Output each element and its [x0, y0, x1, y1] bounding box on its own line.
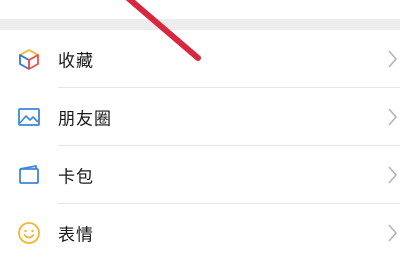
menu-item-stickers[interactable]: 表情 — [0, 204, 400, 260]
chevron-right-icon — [388, 224, 398, 242]
menu-item-label: 收藏 — [58, 51, 94, 72]
menu-list: 收藏 朋友圈 卡包 表情 — [0, 30, 400, 260]
menu-item-card-wallet[interactable]: 卡包 — [0, 146, 400, 204]
wechat-me-page: 收藏 朋友圈 卡包 表情 — [0, 0, 400, 260]
chevron-right-icon — [388, 108, 398, 126]
chevron-right-icon — [388, 166, 398, 184]
menu-item-favorites[interactable]: 收藏 — [0, 30, 400, 88]
moments-image-icon — [17, 105, 41, 129]
chevron-right-icon — [388, 50, 398, 68]
section-separator — [0, 19, 400, 30]
card-wallet-icon — [17, 163, 41, 187]
top-area — [0, 0, 400, 19]
menu-item-label: 朋友圈 — [58, 109, 112, 130]
menu-item-label: 表情 — [58, 225, 94, 246]
favorites-cube-icon — [17, 47, 41, 71]
menu-item-moments[interactable]: 朋友圈 — [0, 88, 400, 146]
menu-item-label: 卡包 — [58, 167, 94, 188]
sticker-smile-icon — [17, 221, 41, 245]
